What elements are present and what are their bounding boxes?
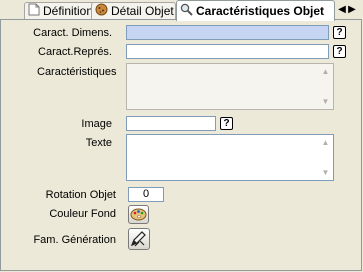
caract-dimens-field[interactable] (126, 25, 329, 40)
image-help-button[interactable]: ? (220, 117, 233, 130)
caracteristiques-scrollbar[interactable]: ▲ ▼ (319, 65, 332, 108)
rotation-objet-field[interactable]: 0 (128, 187, 164, 202)
scroll-down-icon[interactable]: ▼ (319, 166, 332, 179)
texte-scrollbar[interactable]: ▲ ▼ (319, 136, 332, 179)
document-icon (28, 3, 40, 19)
tab-bar: Définition Détail Objet Caractéristiques… (0, 0, 363, 21)
palette-icon (130, 208, 147, 221)
caracteristiques-textarea[interactable]: ▲ ▼ (126, 63, 334, 110)
fam-generation-label: Fam. Génération (33, 234, 116, 246)
image-label: Image (81, 118, 112, 130)
scroll-up-icon[interactable]: ▲ (319, 65, 332, 78)
caract-dimens-help-button[interactable]: ? (333, 26, 346, 39)
rotation-objet-label: Rotation Objet (45, 189, 116, 201)
tab-detail-objet[interactable]: Détail Objet (91, 2, 176, 19)
caracteristiques-label: Caractéristiques (37, 66, 117, 78)
couleur-fond-button[interactable] (128, 205, 149, 224)
tab-scroll-nav: ◀ ▶ (337, 2, 361, 18)
cookie-icon (95, 3, 108, 19)
tab-next-arrow[interactable]: ▶ (347, 2, 357, 18)
caract-repres-label: Caract.Représ. (38, 46, 112, 58)
tab-caracteristiques-objet-label: Caractéristiques Objet (196, 4, 325, 18)
texte-label: Texte (85, 137, 112, 149)
image-field[interactable] (126, 116, 216, 131)
scroll-up-icon[interactable]: ▲ (319, 136, 332, 149)
magnifier-icon (180, 2, 193, 21)
caract-repres-help-button[interactable]: ? (333, 45, 346, 58)
couleur-fond-label: Couleur Fond (49, 208, 116, 220)
tab-definition[interactable]: Définition (24, 2, 95, 19)
scroll-down-icon[interactable]: ▼ (319, 95, 332, 108)
fam-generation-button[interactable] (128, 228, 150, 250)
tab-definition-label: Définition (43, 4, 94, 18)
texte-textarea[interactable]: ▲ ▼ (126, 134, 334, 181)
tab-detail-objet-label: Détail Objet (111, 4, 174, 18)
pen-tool-icon (130, 231, 146, 247)
tab-prev-arrow[interactable]: ◀ (337, 2, 347, 18)
caract-dimens-label: Caract. Dimens. (33, 27, 112, 39)
caract-repres-field[interactable] (126, 44, 329, 59)
tab-caracteristiques-objet[interactable]: Caractéristiques Objet (176, 0, 335, 21)
